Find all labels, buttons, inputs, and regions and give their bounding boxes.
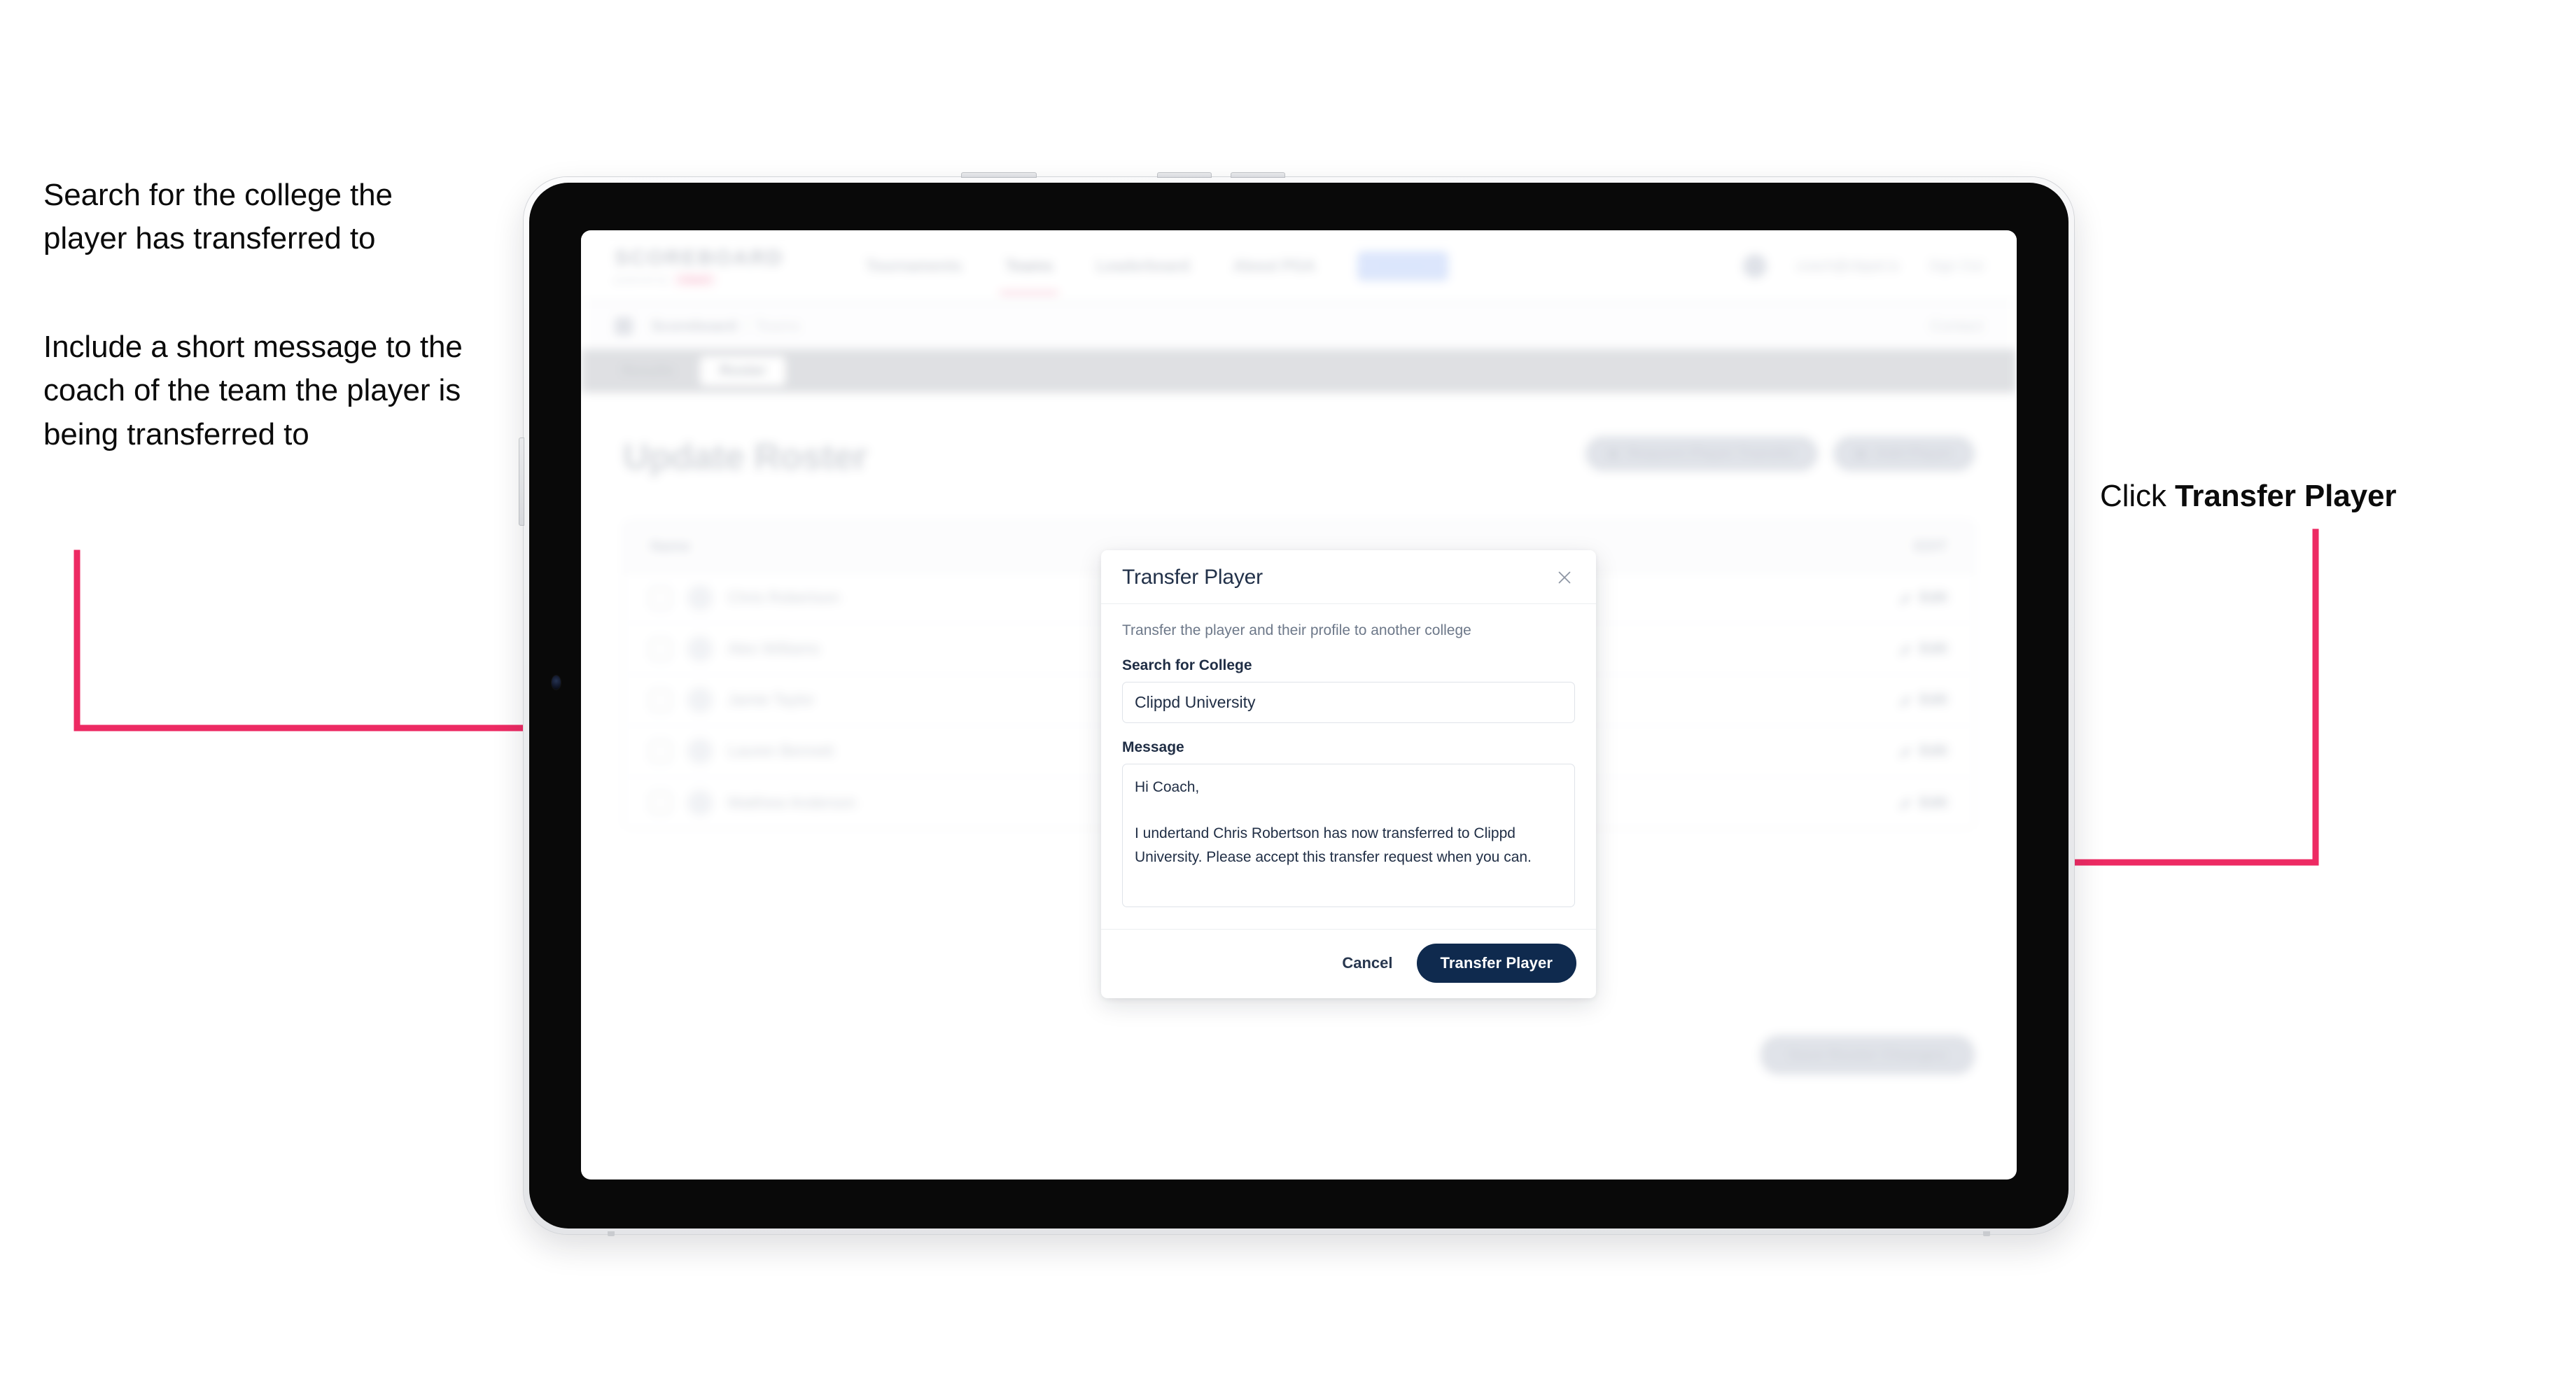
edit-label: Edit <box>1919 794 1947 811</box>
edit-player-button[interactable]: Edit <box>1899 640 1947 657</box>
edit-player-button[interactable]: Edit <box>1899 743 1947 760</box>
row-checkbox[interactable] <box>650 690 671 710</box>
brand-powered-by: powered by <box>615 274 669 285</box>
request-player-transfer-button[interactable]: Request Player Transfer <box>1585 436 1819 471</box>
annotation-include-message: Include a short message to the coach of … <box>43 330 463 451</box>
nav-item-about-pga[interactable]: About PGA <box>1232 250 1317 282</box>
breadcrumb-contact-link[interactable]: Contact <box>1930 317 1983 335</box>
dialog-title: Transfer Player <box>1122 566 1263 589</box>
college-field-block: Search for College <box>1122 657 1575 723</box>
edit-label: Edit <box>1919 692 1947 708</box>
user-email: coach@clippd.io <box>1796 258 1900 274</box>
message-textarea[interactable] <box>1122 764 1575 907</box>
row-checkbox[interactable] <box>650 638 671 659</box>
dialog-header: Transfer Player <box>1101 550 1596 604</box>
message-field-block: Message <box>1122 739 1575 911</box>
brand-mark: clippd <box>675 274 715 286</box>
dialog-footer: Cancel Transfer Player <box>1101 929 1596 998</box>
volume-up-button[interactable] <box>1157 172 1212 178</box>
message-field-label: Message <box>1122 739 1184 755</box>
player-name: Matthew Anderson <box>728 793 856 811</box>
brand-logo[interactable]: SCOREBOARD powered by clippd <box>615 246 784 286</box>
front-camera-icon <box>552 676 561 690</box>
avatar <box>687 585 713 610</box>
header-actions: Request Player Transfer Add Player <box>1585 436 1975 471</box>
edit-player-button[interactable]: Edit <box>1899 794 1947 811</box>
side-button[interactable] <box>519 438 524 526</box>
grid-icon <box>615 316 633 335</box>
device-foot-left <box>608 1231 615 1236</box>
brand-subline: powered by clippd <box>615 274 784 286</box>
pencil-icon <box>1899 645 1910 655</box>
page-title: Update Roster <box>623 437 867 477</box>
edit-player-button[interactable]: Edit <box>1899 692 1947 708</box>
row-checkbox[interactable] <box>650 587 671 608</box>
transfer-icon <box>1607 448 1618 459</box>
edit-label: Edit <box>1919 743 1947 759</box>
nav-item-leaderboard[interactable]: Leaderboard <box>1095 250 1191 282</box>
pencil-icon <box>1899 747 1910 757</box>
power-button[interactable] <box>961 172 1037 178</box>
column-header-edit: EDIT <box>1914 538 1947 554</box>
pencil-icon <box>1899 594 1910 604</box>
avatar <box>687 790 713 816</box>
save-roster-changes-label: Save Roster Changes <box>1788 1046 1947 1063</box>
app-nav: Tournaments Teams Leaderboard About PGA … <box>864 250 1448 295</box>
nav-pill-roster[interactable]: Roster <box>1357 251 1448 281</box>
search-college-input[interactable] <box>1122 682 1575 723</box>
brand-name: SCOREBOARD <box>615 246 784 270</box>
transfer-player-button[interactable]: Transfer Player <box>1416 944 1576 983</box>
tab-roster[interactable]: Roster <box>699 356 786 386</box>
close-icon[interactable] <box>1553 566 1576 589</box>
annotation-click-transfer: Click Transfer Player <box>2100 475 2534 518</box>
footer-actions: Save Roster Changes <box>1760 1035 1975 1074</box>
device-foot-right <box>1983 1231 1990 1236</box>
save-roster-changes-button[interactable]: Save Roster Changes <box>1760 1035 1975 1074</box>
tablet-screen: SCOREBOARD powered by clippd Tournaments… <box>581 230 2017 1180</box>
player-name: Lauren Bennett <box>728 742 834 760</box>
tab-bar: Results Roster <box>581 349 2017 393</box>
add-player-label: Add Player <box>1875 445 1952 461</box>
edit-label: Edit <box>1919 640 1947 657</box>
sign-out-button[interactable]: Sign Out <box>1928 258 1983 274</box>
avatar[interactable] <box>1743 254 1768 278</box>
annotation-click-target: Transfer Player <box>2174 479 2397 513</box>
dialog-body: Transfer the player and their profile to… <box>1101 604 1596 929</box>
nav-item-teams[interactable]: Teams <box>1000 250 1059 295</box>
tab-results[interactable]: Results <box>602 356 694 386</box>
cancel-button[interactable]: Cancel <box>1336 947 1398 979</box>
breadcrumb-separator: / <box>743 316 748 335</box>
annotation-search-college: Search for the college the player has tr… <box>43 178 393 256</box>
tablet-device-frame: SCOREBOARD powered by clippd Tournaments… <box>519 172 2074 1236</box>
player-name: Alex Williams <box>728 640 820 657</box>
dialog-description: Transfer the player and their profile to… <box>1122 622 1471 638</box>
column-header-name: Name <box>650 538 691 554</box>
player-name: Jamie Taylor <box>728 691 815 708</box>
tablet-body: SCOREBOARD powered by clippd Tournaments… <box>529 183 2068 1228</box>
player-name: Chris Robertson <box>728 589 839 606</box>
user-area: coach@clippd.io Sign Out <box>1743 254 1983 278</box>
transfer-player-dialog: Transfer Player Transfer the player and … <box>1101 550 1596 998</box>
pencil-icon <box>1899 799 1910 808</box>
row-checkbox[interactable] <box>650 741 671 762</box>
request-player-transfer-label: Request Player Transfer <box>1627 445 1796 461</box>
breadcrumb: Scoreboard / Teams Contact <box>581 303 2017 349</box>
pencil-icon <box>1899 696 1910 706</box>
edit-label: Edit <box>1919 589 1947 606</box>
volume-down-button[interactable] <box>1231 172 1285 178</box>
annotation-click-prefix: Click <box>2100 479 2175 513</box>
nav-item-tournaments[interactable]: Tournaments <box>864 250 964 282</box>
avatar <box>687 636 713 662</box>
edit-player-button[interactable]: Edit <box>1899 589 1947 606</box>
app-top-bar: SCOREBOARD powered by clippd Tournaments… <box>581 230 2017 303</box>
plus-icon <box>1856 448 1867 459</box>
breadcrumb-sub[interactable]: Teams <box>755 317 800 335</box>
avatar <box>687 738 713 764</box>
add-player-button[interactable]: Add Player <box>1833 436 1975 471</box>
breadcrumb-main[interactable]: Scoreboard <box>651 317 736 335</box>
row-checkbox[interactable] <box>650 792 671 813</box>
avatar <box>687 687 713 713</box>
college-field-label: Search for College <box>1122 657 1252 673</box>
